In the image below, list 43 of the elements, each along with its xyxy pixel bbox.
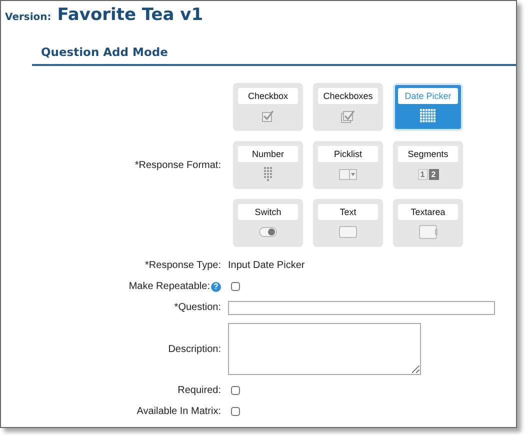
input-field[interactable] — [228, 300, 495, 314]
tile-label: Date Picker — [398, 88, 458, 104]
tile-label: Switch — [238, 204, 298, 220]
textarea-field[interactable] — [228, 323, 421, 375]
version-label: Version: — [5, 12, 52, 23]
section-title: Question Add Mode — [32, 45, 516, 66]
tile-label: Text — [318, 204, 378, 220]
page-title: Favorite Tea v1 — [57, 5, 204, 25]
field-label: *Question: — [174, 302, 221, 313]
checkbox[interactable] — [231, 386, 240, 395]
tile-label: Checkbox — [238, 88, 298, 104]
segment-label: 1 — [418, 168, 428, 180]
calendar-icon — [420, 109, 436, 123]
field-label: Required: — [178, 385, 221, 396]
format-tile[interactable]: Number — [233, 141, 303, 189]
tile-label: Checkboxes — [318, 88, 378, 104]
field-label: *Response Type: — [145, 260, 221, 271]
checkbox[interactable] — [231, 407, 240, 416]
format-tile[interactable]: Text — [313, 199, 383, 247]
field-label: Available In Matrix: — [136, 406, 221, 417]
format-tile[interactable]: Switch — [233, 199, 303, 247]
format-tile[interactable]: Textarea — [393, 199, 463, 247]
field-label: Description: — [168, 344, 221, 354]
checkbox-icon — [262, 110, 274, 122]
format-tile[interactable]: Segments 1 2 — [393, 141, 463, 189]
format-tile[interactable]: Checkbox — [233, 83, 303, 131]
checkboxes-icon — [341, 109, 355, 123]
format-tile[interactable]: Checkboxes — [313, 83, 383, 131]
segment-label: 2 — [428, 168, 438, 180]
field-label: *Response Format: — [134, 160, 221, 170]
keypad-icon — [264, 166, 272, 182]
tile-label: Textarea — [398, 204, 458, 220]
format-tile[interactable]: Picklist — [313, 141, 383, 189]
field-label: Make Repeatable: — [128, 281, 210, 292]
dropdown-icon — [339, 168, 357, 180]
text-field-icon — [339, 226, 357, 238]
tile-label: Segments — [398, 146, 458, 162]
tile-label: Picklist — [318, 146, 378, 162]
toggle-icon — [259, 227, 277, 237]
checkbox[interactable] — [231, 282, 240, 291]
textarea-icon — [418, 225, 438, 239]
tile-label: Number — [238, 146, 298, 162]
field-value: Input Date Picker — [228, 260, 305, 271]
